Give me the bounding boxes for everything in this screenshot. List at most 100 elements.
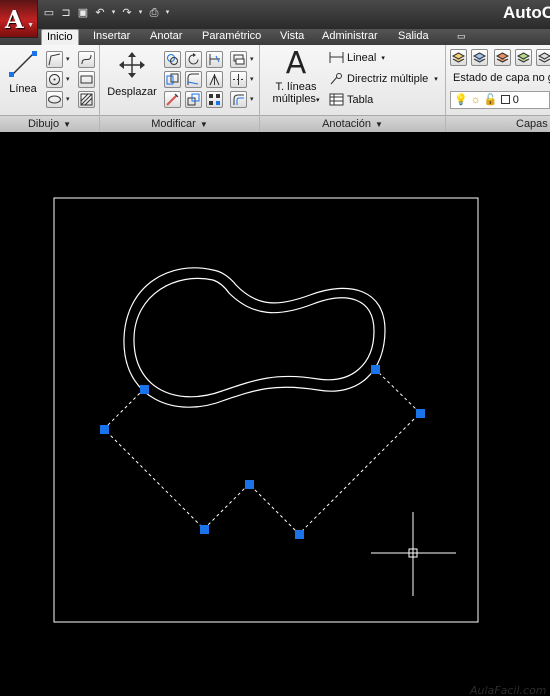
arc-spline-icon[interactable]	[78, 51, 95, 68]
undo-dropdown-icon[interactable]: ▾	[110, 6, 117, 20]
trim-icon[interactable]	[206, 51, 223, 68]
new-icon[interactable]: ▭	[42, 6, 56, 20]
grip-points	[100, 365, 425, 539]
undo-icon[interactable]: ↶	[93, 6, 107, 20]
mirror-icon[interactable]	[164, 71, 181, 88]
mtext-button[interactable]: A T. líneas múltiples▾	[266, 46, 326, 106]
tab-vista[interactable]: Vista	[275, 29, 309, 45]
outer-shape-outline[interactable]	[123, 267, 386, 408]
mtext-icon: A	[285, 46, 307, 81]
layer-dropdown[interactable]: 💡 ☼ 🔓 0	[450, 91, 550, 109]
line-button[interactable]: Línea	[4, 48, 42, 95]
multileader-icon	[330, 73, 342, 85]
grip-point[interactable]	[100, 425, 109, 434]
grip-point[interactable]	[245, 480, 254, 489]
tab-anotar[interactable]: Anotar	[145, 29, 187, 45]
layer-state-icon[interactable]	[471, 49, 488, 66]
layer-state-dropdown[interactable]: Estado de capa no g	[450, 70, 550, 88]
grip-point[interactable]	[295, 530, 304, 539]
hatch-icon[interactable]	[78, 91, 95, 108]
panel-layers-title[interactable]: Capas	[446, 115, 550, 132]
redo-dropdown-icon[interactable]: ▾	[137, 6, 144, 20]
drawing-border[interactable]	[53, 197, 479, 623]
minimize-ribbon-icon[interactable]: ▭	[452, 29, 471, 45]
tab-inicio[interactable]: Inicio	[41, 29, 79, 45]
panel-annotation-title[interactable]: Anotación ▼	[260, 115, 445, 132]
circle-icon[interactable]	[46, 71, 63, 88]
model-space[interactable]	[0, 137, 550, 696]
extend-icon[interactable]	[230, 71, 247, 88]
chevron-down-icon: ▼	[63, 120, 72, 129]
explode-icon[interactable]	[206, 71, 223, 88]
autocad-logo-icon: A	[5, 5, 24, 34]
linear-dimension-button[interactable]: Lineal ▾	[329, 51, 385, 64]
move-label: Desplazar	[107, 86, 157, 98]
erase-icon[interactable]	[230, 51, 247, 68]
tab-salida[interactable]: Salida	[393, 29, 434, 45]
plot-icon[interactable]: ⎙	[147, 6, 161, 20]
panel-layers-label: Capas	[516, 118, 548, 130]
tab-administrar[interactable]: Administrar	[317, 29, 383, 45]
offset-icon[interactable]	[230, 91, 247, 108]
layer-off-icon[interactable]	[536, 49, 550, 66]
layer-color-swatch	[500, 95, 510, 104]
tab-parametrico[interactable]: Paramétrico	[197, 29, 266, 45]
current-layer-name: 0	[512, 94, 519, 106]
grip-point[interactable]	[416, 409, 425, 418]
customize-qat-icon[interactable]: ▾	[164, 6, 171, 20]
application-menu-button[interactable]: A ▼	[0, 0, 38, 38]
multileader-button[interactable]: Directriz múltiple ▾	[329, 72, 438, 85]
erase-dropdown-icon[interactable]: ▾	[250, 55, 254, 63]
grip-point[interactable]	[140, 385, 149, 394]
line-icon	[9, 51, 37, 77]
sun-icon: ☼	[470, 94, 481, 106]
inner-shape-outline[interactable]	[133, 277, 375, 398]
chevron-down-icon: ▼	[27, 22, 34, 29]
circle-dropdown-icon[interactable]: ▾	[66, 75, 70, 83]
offset-dropdown-icon[interactable]: ▾	[250, 95, 254, 103]
drawing-area[interactable]	[0, 137, 550, 696]
line-label: Línea	[9, 83, 37, 95]
stretch-icon[interactable]	[164, 91, 181, 108]
copy-icon[interactable]	[164, 51, 181, 68]
grip-point[interactable]	[371, 365, 380, 374]
ellipse-icon[interactable]	[46, 91, 63, 108]
watermark: AulaFacil.com	[470, 684, 547, 696]
array-icon[interactable]	[206, 91, 223, 108]
grip-point[interactable]	[200, 525, 209, 534]
chevron-down-icon: ▾	[381, 54, 385, 62]
rectangle-icon[interactable]	[78, 71, 95, 88]
polyline-dropdown-icon[interactable]: ▾	[66, 55, 70, 63]
table-icon	[329, 93, 344, 106]
panel-draw-title[interactable]: Dibujo ▼	[0, 115, 99, 132]
quick-access-toolbar: ▭ ⊐ ▣ ↶ ▾ ↷ ▾ ⎙ ▾	[42, 6, 171, 20]
save-icon[interactable]: ▣	[76, 6, 90, 20]
scale-icon[interactable]	[185, 91, 202, 108]
selected-polyline[interactable]	[103, 368, 421, 535]
layer-properties-icon[interactable]	[450, 49, 467, 66]
layer-match-icon[interactable]	[515, 49, 532, 66]
tab-insertar[interactable]: Insertar	[88, 29, 135, 45]
chevron-down-icon: ▾	[434, 75, 438, 83]
open-icon[interactable]: ⊐	[59, 6, 73, 20]
panel-draw: Línea ▾ ▾ ▾ Dibujo ▼	[0, 45, 100, 132]
move-button[interactable]: Desplazar	[104, 50, 160, 98]
redo-icon[interactable]: ↷	[120, 6, 134, 20]
ellipse-dropdown-icon[interactable]: ▾	[66, 95, 70, 103]
panel-annotation-label: Anotación	[322, 118, 371, 130]
polyline-icon[interactable]	[46, 51, 63, 68]
ribbon-tabs: Inicio Insertar Anotar Paramétrico Vista…	[0, 29, 550, 45]
panel-modify-title[interactable]: Modificar ▼	[100, 115, 259, 132]
fillet-icon[interactable]	[185, 71, 202, 88]
lightbulb-icon: 💡	[454, 94, 468, 106]
ribbon: Línea ▾ ▾ ▾ Dibujo ▼ Desplazar ▾ ▾ ▾ Mod…	[0, 45, 550, 132]
table-button[interactable]: Tabla	[329, 93, 373, 106]
title-bar: A ▼ ▭ ⊐ ▣ ↶ ▾ ↷ ▾ ⎙ ▾ AutoC	[0, 0, 550, 38]
panel-annotation: A T. líneas múltiples▾ Lineal ▾ Directri…	[260, 45, 446, 132]
layer-isolate-icon[interactable]	[494, 49, 511, 66]
mtext-label-2: múltiples	[272, 93, 316, 105]
lock-icon: 🔓	[483, 94, 498, 106]
rotate-icon[interactable]	[185, 51, 202, 68]
panel-modify-label: Modificar	[151, 118, 196, 130]
extend-dropdown-icon[interactable]: ▾	[250, 75, 254, 83]
